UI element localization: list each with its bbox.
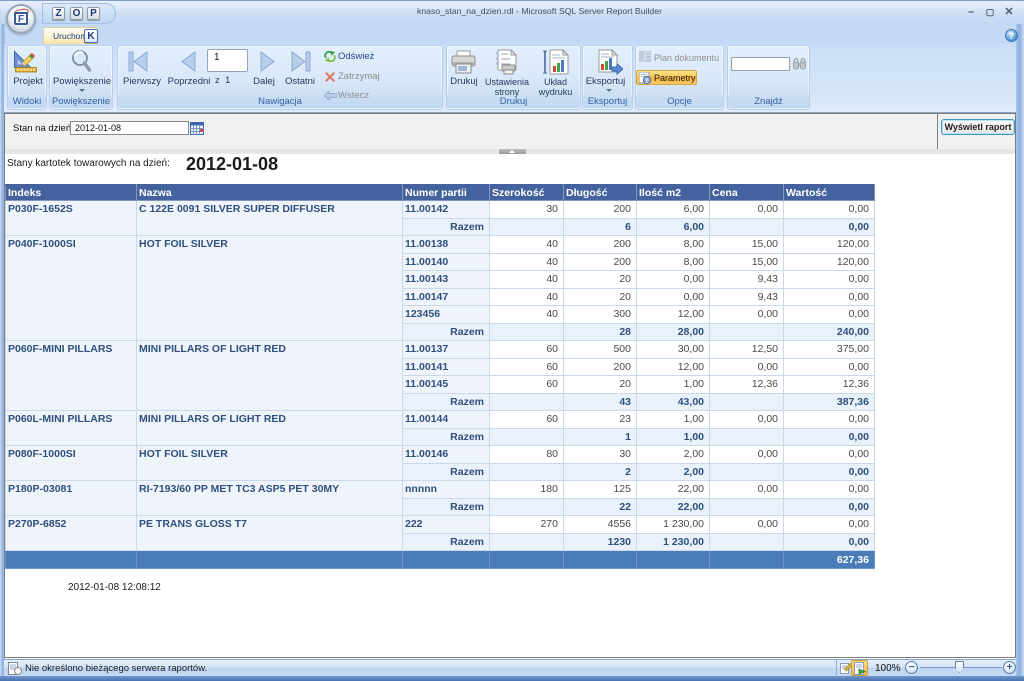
svg-text:@: @ — [643, 78, 650, 84]
